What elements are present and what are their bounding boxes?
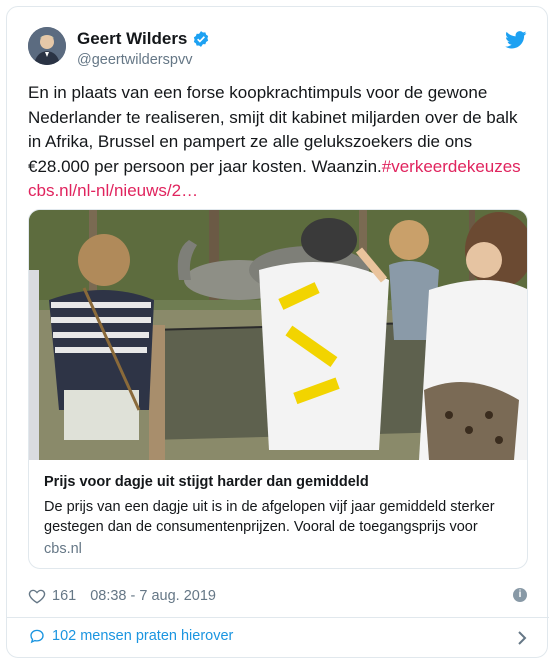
hashtag-link[interactable]: #verkeerdekeuzes <box>382 157 521 176</box>
replies-link[interactable]: 102 mensen praten hierover <box>28 627 233 645</box>
link-card-domain: cbs.nl <box>44 541 82 557</box>
avatar[interactable] <box>28 27 66 65</box>
twitter-bird-icon[interactable] <box>505 31 527 49</box>
link-card-description: De prijs van een dagje uit is in de afge… <box>44 499 495 535</box>
author-name[interactable]: Geert Wilders <box>77 28 210 50</box>
heart-icon[interactable] <box>28 587 46 605</box>
url-link[interactable]: cbs.nl/nl-nl/nieuws/2… <box>28 181 198 200</box>
link-preview-card[interactable]: Prijs voor dagje uit stijgt harder dan g… <box>28 209 528 569</box>
tweet-card: Geert Wilders @geertwilderspvv En in pla… <box>6 6 549 658</box>
link-card-title: Prijs voor dagje uit stijgt harder dan g… <box>44 474 369 490</box>
timestamp[interactable]: 08:38 - 7 aug. 2019 <box>90 588 216 604</box>
like-count[interactable]: 161 <box>52 588 76 604</box>
preview-image <box>29 210 527 460</box>
replies-label[interactable]: 102 mensen praten hierover <box>52 628 233 644</box>
tweet-text: En in plaats van een forse koopkrachtimp… <box>28 81 528 204</box>
divider <box>7 617 549 618</box>
comment-bubble-icon <box>30 629 44 644</box>
author-handle[interactable]: @geertwilderspvv <box>77 51 192 69</box>
author-name-text[interactable]: Geert Wilders <box>77 28 187 50</box>
chevron-right-icon[interactable] <box>517 630 527 646</box>
tweet-meta: 161 08:38 - 7 aug. 2019 <box>28 585 216 607</box>
info-icon[interactable]: i <box>513 588 527 602</box>
verified-badge-icon <box>194 31 209 47</box>
